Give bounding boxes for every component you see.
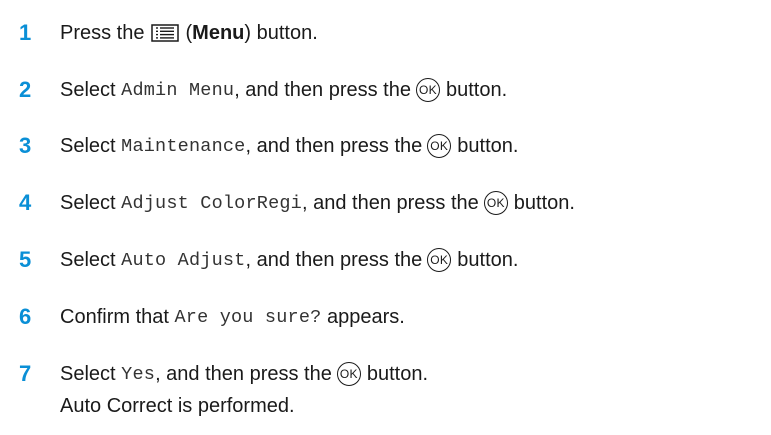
step-text: Select Maintenance, and then press the O…: [60, 134, 518, 158]
step-text: Select Yes, and then press the OK button…: [60, 362, 428, 386]
ok-button-icon: OK: [427, 248, 452, 272]
step-number: 4: [19, 190, 32, 215]
step-end: ) button.: [244, 21, 318, 44]
ok-button-icon: OK: [427, 134, 452, 158]
step-text: Select Auto Adjust, and then press the O…: [60, 248, 518, 272]
menu-item-code: Maintenance: [121, 135, 246, 157]
select-word: Select: [60, 78, 116, 101]
step-end: button.: [366, 362, 429, 385]
select-word: Select: [60, 362, 116, 385]
menu-icon: [151, 24, 180, 42]
step-end: button.: [457, 134, 519, 157]
ok-button-icon: OK: [483, 191, 508, 215]
step-middle: , and then press the: [234, 78, 411, 101]
select-word: Select: [60, 191, 116, 214]
select-word: Select: [60, 248, 116, 271]
result-text: Auto Correct is performed.: [60, 394, 295, 417]
step-text: Press the ( Menu ) button.: [60, 22, 318, 45]
step-end: button.: [513, 191, 575, 214]
ok-button-icon: OK: [415, 78, 440, 102]
step-number: 2: [19, 77, 32, 102]
step-middle: , and then press the: [245, 248, 423, 271]
step-number: 6: [19, 304, 32, 329]
step-middle: , and then press the: [302, 191, 479, 214]
step-number: 5: [19, 247, 32, 272]
step-end: appears.: [327, 305, 405, 328]
step-number: 3: [19, 133, 32, 158]
step-text: Select Admin Menu, and then press the OK…: [60, 78, 507, 102]
prompt-code: Are you sure?: [174, 306, 322, 328]
step-prefix: Confirm that: [60, 305, 169, 328]
step-text: Select Adjust ColorRegi, and then press …: [60, 191, 575, 215]
step-end: button.: [457, 248, 519, 271]
step-end: button.: [445, 78, 508, 101]
menu-item-code: Adjust ColorRegi: [121, 192, 302, 214]
step-middle: , and then press the: [245, 134, 423, 157]
step-middle: , and then press the: [155, 362, 332, 385]
menu-item-code: Admin Menu: [121, 79, 235, 101]
step-text: Confirm that Are you sure? appears.: [60, 306, 405, 329]
step-prefix: Press the: [60, 21, 145, 44]
open-paren: (: [185, 21, 193, 44]
select-word: Select: [60, 134, 116, 157]
menu-label: Menu: [192, 21, 245, 44]
menu-item-code: Yes: [121, 363, 156, 385]
menu-item-code: Auto Adjust: [121, 249, 246, 271]
ok-button-icon: OK: [336, 362, 361, 386]
step-number: 7: [19, 361, 32, 386]
step-number: 1: [19, 20, 32, 45]
